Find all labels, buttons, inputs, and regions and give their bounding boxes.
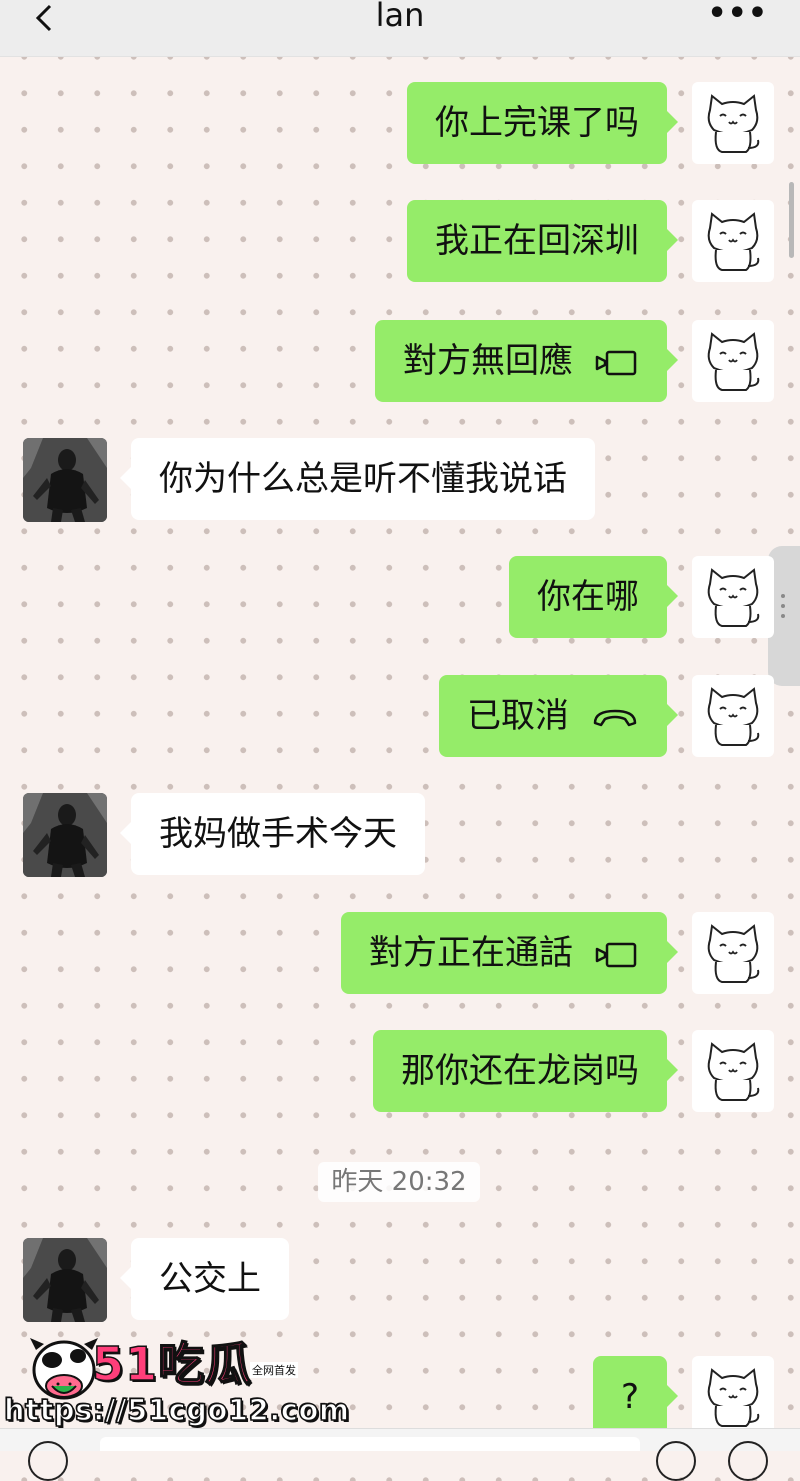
- my-avatar[interactable]: [692, 320, 774, 402]
- watermark: 51吃瓜 全网首发 https://51cgo12.com: [0, 1330, 350, 1438]
- message-text: 你在哪: [537, 577, 639, 617]
- contact-avatar[interactable]: [23, 793, 107, 877]
- my-avatar[interactable]: [692, 556, 774, 638]
- watermark-tag: 全网首发: [250, 1362, 298, 1378]
- cat-avatar-icon: [707, 94, 760, 153]
- video-call-icon: [595, 940, 639, 970]
- message-row: 我妈做手术今天: [0, 793, 800, 877]
- cat-avatar-icon: [707, 1368, 760, 1427]
- knight-avatar-icon: [23, 793, 107, 877]
- call-record-bubble[interactable]: 對方無回應: [375, 320, 678, 402]
- message-bubble[interactable]: 我正在回深圳: [407, 200, 678, 282]
- message-bubble[interactable]: 你在哪: [509, 556, 678, 638]
- message-text: 我妈做手术今天: [159, 814, 397, 854]
- cat-avatar-icon: [707, 687, 760, 746]
- message-row: 對方正在通話: [0, 912, 800, 996]
- message-timestamp: 昨天 20:32: [318, 1162, 480, 1202]
- message-input[interactable]: [100, 1437, 640, 1451]
- message-text: 你上完课了吗: [435, 103, 639, 143]
- cat-avatar-icon: [707, 212, 760, 271]
- message-row: 那你还在龙岗吗: [0, 1030, 800, 1114]
- message-bubble[interactable]: 我妈做手术今天: [120, 793, 425, 875]
- message-row: 我正在回深圳: [0, 200, 800, 284]
- message-text: 對方正在通話: [369, 933, 573, 973]
- message-row: 對方無回應: [0, 320, 800, 404]
- contact-avatar[interactable]: [23, 1238, 107, 1322]
- chat-title: lan: [375, 0, 425, 34]
- plus-button[interactable]: [728, 1441, 768, 1481]
- my-avatar[interactable]: [692, 675, 774, 757]
- message-row: 已取消: [0, 675, 800, 759]
- message-bubble[interactable]: 你上完课了吗: [407, 82, 678, 164]
- emoji-button[interactable]: [656, 1441, 696, 1481]
- message-text: 你为什么总是听不懂我说话: [159, 459, 567, 499]
- message-row: 你为什么总是听不懂我说话: [0, 438, 800, 522]
- my-avatar[interactable]: [692, 82, 774, 164]
- my-avatar[interactable]: [692, 1030, 774, 1112]
- message-bubble[interactable]: ?: [592, 1356, 679, 1438]
- message-text: 公交上: [159, 1259, 261, 1299]
- my-avatar[interactable]: [692, 200, 774, 282]
- cat-avatar-icon: [707, 568, 760, 627]
- message-text: 已取消: [467, 696, 569, 736]
- message-text: 我正在回深圳: [435, 221, 639, 261]
- my-avatar[interactable]: [692, 1356, 774, 1438]
- watermark-url: https://51cgo12.com: [3, 1392, 350, 1428]
- more-options-button[interactable]: •••: [707, 0, 768, 29]
- contact-avatar[interactable]: [23, 438, 107, 522]
- phone-hangup-icon: [591, 703, 639, 733]
- cat-avatar-icon: [707, 332, 760, 391]
- message-bubble[interactable]: 那你还在龙岗吗: [373, 1030, 678, 1112]
- knight-avatar-icon: [23, 438, 107, 522]
- call-record-bubble[interactable]: 已取消: [439, 675, 678, 757]
- video-call-icon: [595, 348, 639, 378]
- message-bubble[interactable]: 公交上: [120, 1238, 289, 1320]
- message-row: 公交上: [0, 1238, 800, 1322]
- message-text: 那你还在龙岗吗: [401, 1051, 639, 1091]
- message-text: ?: [620, 1377, 639, 1417]
- knight-avatar-icon: [23, 1238, 107, 1322]
- message-row: 你在哪: [0, 556, 800, 640]
- cat-avatar-icon: [707, 1042, 760, 1101]
- message-bubble[interactable]: 你为什么总是听不懂我说话: [120, 438, 595, 520]
- voice-button[interactable]: [28, 1441, 68, 1481]
- message-text: 對方無回應: [403, 341, 573, 381]
- message-row: 你上完课了吗: [0, 82, 800, 166]
- chat-header: lan •••: [0, 0, 800, 57]
- my-avatar[interactable]: [692, 912, 774, 994]
- cat-avatar-icon: [707, 924, 760, 983]
- watermark-brand: 51吃瓜: [91, 1336, 253, 1392]
- call-record-bubble[interactable]: 對方正在通話: [341, 912, 678, 994]
